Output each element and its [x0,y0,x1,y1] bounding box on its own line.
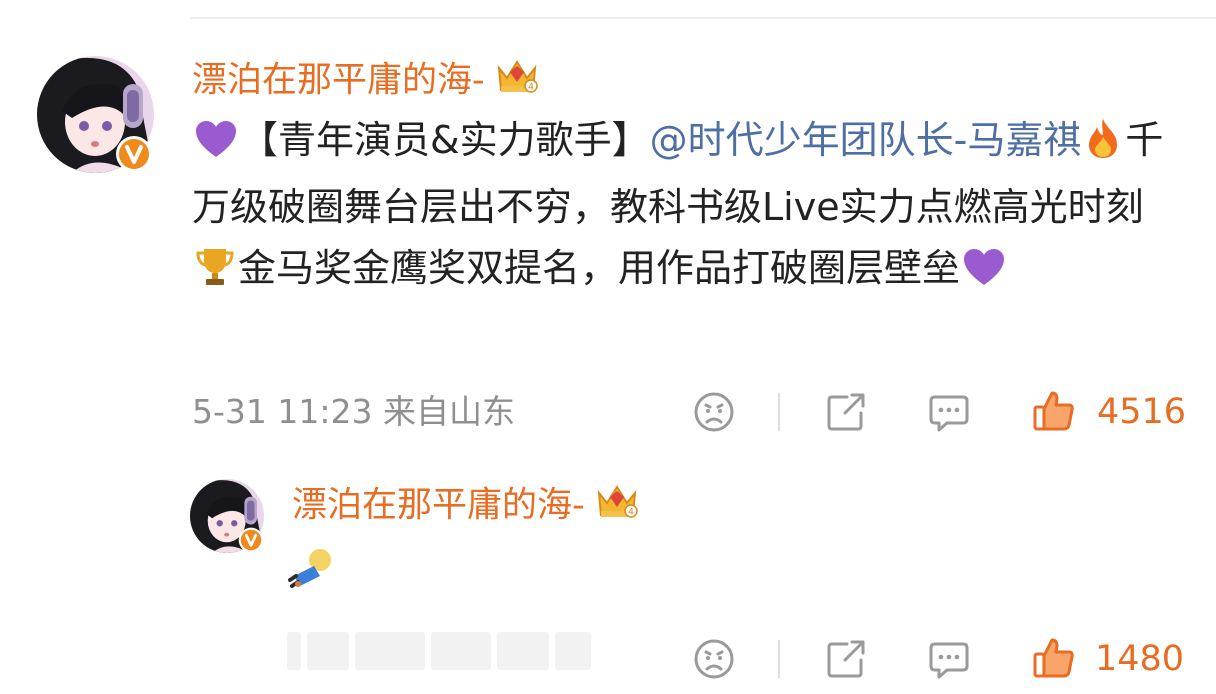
trophy-icon [194,244,236,305]
comment-icon[interactable] [925,389,973,435]
user-avatar[interactable] [37,56,154,173]
blurred-text-placeholder [287,632,627,680]
svg-text:4: 4 [528,83,534,93]
fire-icon [1083,116,1123,177]
like-icon[interactable] [1030,634,1078,682]
like-icon[interactable] [1030,387,1078,435]
like-count: 4516 [1097,392,1187,432]
purple-heart-icon [194,116,238,177]
share-icon[interactable] [822,389,870,435]
content-text-1: 【青年演员&实力歌手】 [240,118,650,162]
lying-down-emoji-icon [286,546,336,596]
crown-badge-icon: 4 [595,481,639,532]
sad-reaction-icon[interactable] [690,389,738,435]
comment-icon[interactable] [925,636,973,682]
reply-user-avatar[interactable] [190,479,264,553]
crown-badge-icon: 4 [495,56,539,107]
share-icon[interactable] [822,636,870,682]
timestamp: 5-31 11:23 [192,392,373,431]
purple-heart-icon [962,244,1006,305]
post-username[interactable]: 漂泊在那平庸的海- 4 [192,56,539,107]
sad-reaction-icon[interactable] [690,636,738,682]
reply-username[interactable]: 漂泊在那平庸的海- 4 [292,481,639,532]
action-separator [778,393,780,431]
content-text-3: 金马奖金鹰奖双提名，用作品打破圈层壁垒 [238,246,961,290]
verified-v-icon [238,527,264,553]
reply-like-count: 1480 [1095,639,1185,679]
top-divider [190,17,1216,19]
location: 来自山东 [383,392,515,431]
post-meta: 5-31 11:23 来自山东 [192,390,515,434]
mention-link[interactable]: @时代少年团队长-马嘉祺 [650,118,1082,162]
svg-text:4: 4 [628,508,634,518]
verified-v-icon [116,136,152,172]
post-content: 【青年演员&实力歌手】@时代少年团队长-马嘉祺 千万级破圈舞台层出不穷，教科书级… [192,110,1182,305]
action-separator [778,640,780,678]
